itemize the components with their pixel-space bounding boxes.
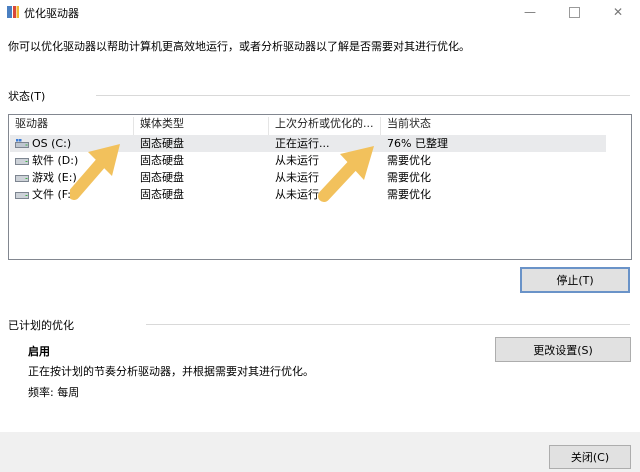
status-section-label: 状态(T) <box>8 90 46 103</box>
footer-bar <box>0 432 640 472</box>
drive-icon <box>15 192 29 199</box>
schedule-frequency: 频率: 每周 <box>28 386 80 399</box>
title-bar[interactable]: 优化驱动器 — ✕ <box>0 0 640 26</box>
scheduled-section-label: 已计划的优化 <box>8 319 74 332</box>
maximize-icon <box>568 6 580 18</box>
change-settings-button[interactable]: 更改设置(S) <box>495 337 631 362</box>
drive-icon <box>15 175 29 182</box>
schedule-detail: 正在按计划的节奏分析驱动器，并根据需要对其进行优化。 <box>28 365 314 378</box>
drive-icon <box>15 158 29 165</box>
annotation-arrow-icon <box>70 144 120 200</box>
annotation-arrow-icon <box>318 146 374 202</box>
media-type: 固态硬盘 <box>140 154 184 167</box>
column-header-media-type[interactable]: 媒体类型 <box>134 115 273 132</box>
close-window-button[interactable]: ✕ <box>596 0 640 24</box>
media-type: 固态硬盘 <box>140 171 184 184</box>
minimize-button[interactable]: — <box>508 0 552 24</box>
maximize-button[interactable] <box>552 0 596 24</box>
stop-button[interactable]: 停止(T) <box>520 267 630 293</box>
scheduled-section-divider <box>146 324 630 325</box>
windows-drive-icon <box>15 139 29 148</box>
status-section-divider <box>96 95 630 96</box>
current-status: 需要优化 <box>387 154 431 167</box>
column-header-drive[interactable]: 驱动器 <box>9 115 139 132</box>
current-status: 需要优化 <box>387 188 431 201</box>
column-header-last-run[interactable]: 上次分析或优化的... <box>269 115 386 132</box>
description-text: 你可以优化驱动器以帮助计算机更高效地运行，或者分析驱动器以了解是否需要对其进行优… <box>8 40 470 53</box>
window-title: 优化驱动器 <box>24 7 79 20</box>
current-status: 需要优化 <box>387 171 431 184</box>
media-type: 固态硬盘 <box>140 137 184 150</box>
media-type: 固态硬盘 <box>140 188 184 201</box>
close-button[interactable]: 关闭(C) <box>549 445 631 469</box>
defrag-app-icon <box>7 6 19 18</box>
minimize-icon: — <box>524 5 536 19</box>
close-icon: ✕ <box>612 5 624 19</box>
current-status: 76% 已整理 <box>387 137 448 150</box>
column-header-current-status[interactable]: 当前状态 <box>381 115 607 132</box>
schedule-state: 启用 <box>28 345 50 358</box>
